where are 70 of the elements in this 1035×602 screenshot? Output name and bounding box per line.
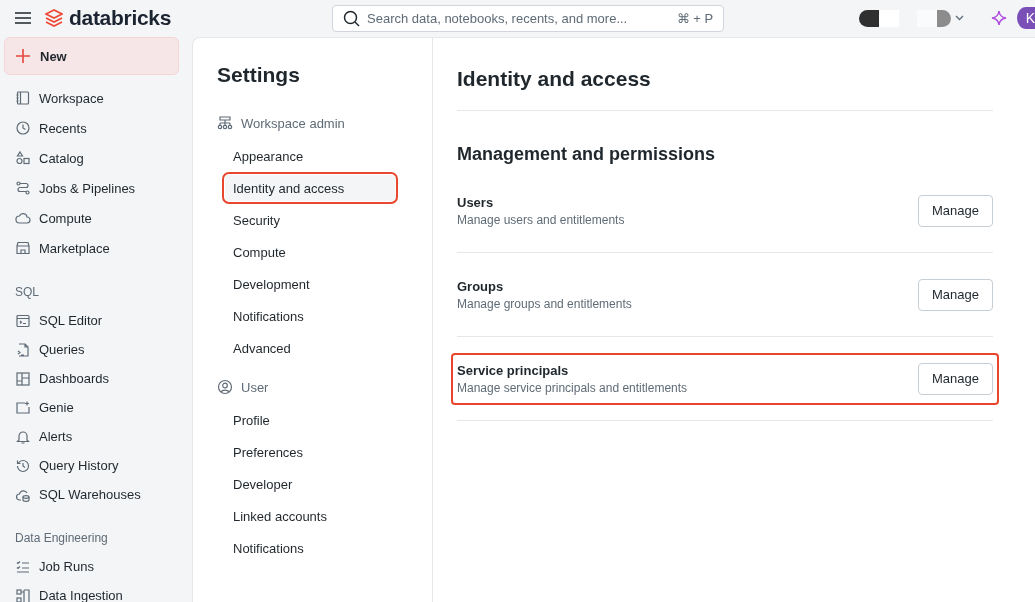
new-button[interactable]: New — [4, 37, 179, 75]
logo-icon — [45, 9, 63, 27]
avatar[interactable]: K — [1017, 7, 1035, 29]
sidebar-item[interactable]: SQL Editor — [4, 306, 192, 335]
shortcut-hint: ⌘ + P — [676, 10, 714, 26]
row-title: Groups — [457, 278, 505, 294]
shapes-icon — [15, 150, 31, 166]
manage-button[interactable]: Manage — [918, 362, 993, 395]
plus-icon — [15, 48, 31, 64]
section-label: SQL — [14, 284, 40, 301]
user-icon — [217, 379, 233, 395]
sidebar-item[interactable]: Jobs & Pipelines — [4, 173, 192, 203]
manage-button[interactable]: Manage — [918, 278, 993, 311]
chevron-down-icon[interactable] — [955, 15, 965, 21]
bell-icon — [15, 428, 31, 445]
manage-button[interactable]: Manage — [918, 194, 993, 227]
section-title: Identity and access — [457, 67, 993, 111]
row-description: Manage users and entitlements — [457, 212, 625, 227]
query-file-icon — [15, 341, 31, 358]
sidebar-item[interactable]: Recents — [4, 113, 192, 143]
page-title: Settings — [217, 63, 301, 87]
sidebar-item[interactable]: Genie — [4, 393, 192, 422]
settings-nav-item[interactable]: Appearance — [233, 143, 403, 169]
sidebar-item[interactable]: Catalog — [4, 143, 192, 173]
settings-nav-item[interactable]: Notifications — [233, 303, 403, 329]
row-title: Service principals — [457, 362, 570, 378]
dashboard-icon — [15, 370, 31, 387]
store-icon — [15, 240, 31, 256]
terminal-icon — [15, 312, 31, 329]
sidebar-item[interactable]: Workspace — [4, 83, 192, 113]
history-icon — [15, 457, 31, 474]
sidebar-item[interactable]: Job Runs — [4, 552, 192, 581]
sidebar-item[interactable]: Dashboards — [4, 364, 192, 393]
section-label: Data Engineering — [14, 530, 109, 547]
sidebar-item[interactable]: Query History — [4, 451, 192, 480]
row-description: Manage service principals and entitlements — [457, 380, 688, 395]
settings-nav-item[interactable]: Security — [233, 207, 403, 233]
group-label: Workspace admin — [241, 115, 345, 131]
logo-text: databricks — [69, 6, 172, 30]
cloud-icon — [15, 210, 31, 226]
settings-nav-item[interactable]: Preferences — [233, 439, 403, 465]
menu-icon[interactable] — [15, 12, 31, 24]
sidebar-item[interactable]: SQL Warehouses — [4, 480, 192, 509]
sparkle-icon[interactable] — [991, 10, 1008, 26]
section-heading: Management and permissions — [457, 144, 717, 165]
sidebar-item[interactable]: Data Ingestion — [4, 581, 192, 602]
row-title: Users — [457, 194, 495, 210]
row-description: Manage groups and entitlements — [457, 296, 632, 311]
settings-nav-item[interactable]: Profile — [233, 407, 403, 433]
settings-nav-item[interactable]: Advanced — [233, 335, 403, 361]
org-chart-icon — [217, 115, 233, 131]
sidebar-item[interactable]: Queries — [4, 335, 192, 364]
settings-nav-item[interactable]: Development — [233, 271, 403, 297]
sidebar-item[interactable]: Compute — [4, 203, 192, 233]
checklist-icon — [15, 558, 31, 575]
group-label: User — [241, 379, 269, 395]
settings-nav-item[interactable]: Identity and access — [225, 175, 395, 201]
search-field[interactable]: Search data, notebooks, recents, and more... ⌘ + P — [332, 4, 725, 32]
settings-nav-item[interactable]: Developer — [233, 471, 403, 497]
clock-icon — [15, 120, 31, 136]
workflow-icon — [15, 180, 31, 196]
search-icon — [343, 9, 361, 27]
settings-nav-item[interactable]: Notifications — [233, 535, 403, 561]
notebook-icon — [15, 90, 31, 106]
sidebar-item[interactable]: Marketplace — [4, 233, 192, 263]
settings-nav-item[interactable]: Compute — [233, 239, 403, 265]
sparkle-box-icon — [15, 399, 31, 416]
ingestion-icon — [15, 587, 31, 602]
sidebar-item[interactable]: Alerts — [4, 422, 192, 451]
settings-nav-item[interactable]: Linked accounts — [233, 503, 403, 529]
